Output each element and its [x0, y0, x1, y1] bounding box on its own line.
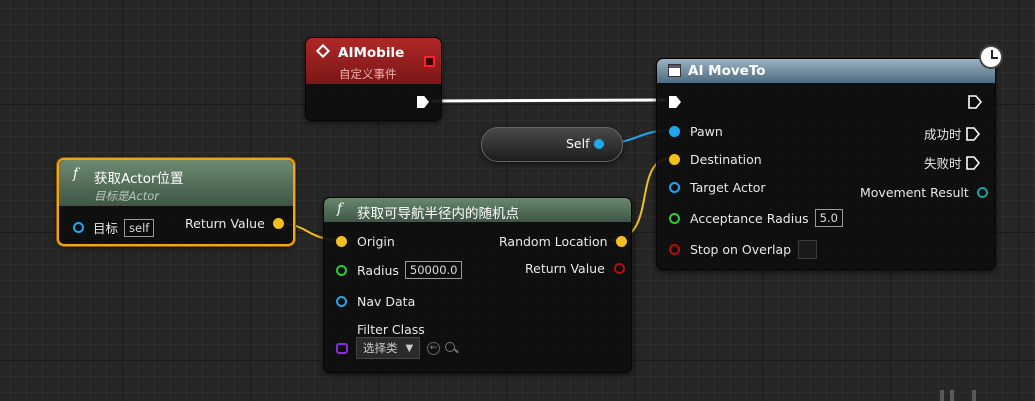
target-actor-pin-row[interactable]: Target Actor — [669, 180, 766, 195]
return-value-pin-row[interactable]: Return Value — [525, 261, 625, 276]
nav-data-pin-row[interactable]: Nav Data — [336, 294, 415, 309]
radius-field[interactable]: 50000.0 — [404, 261, 463, 279]
stop-on-overlap-pin-row[interactable]: Stop on Overlap — [669, 240, 818, 259]
destination-pin-row[interactable]: Destination — [669, 152, 762, 167]
return-value-label: Return Value — [525, 261, 605, 276]
get-actor-location-title: 获取Actor位置 — [94, 171, 184, 187]
ai-mobile-title: AIMobile — [338, 45, 405, 61]
target-input-pin[interactable] — [73, 222, 84, 233]
movement-result-output-pin[interactable] — [976, 187, 988, 198]
destination-input-pin[interactable] — [669, 154, 680, 165]
exec-output-pin[interactable] — [417, 96, 429, 108]
function-icon: f — [73, 166, 78, 182]
filter-class-pin-row[interactable]: 选择类 ▼ ← — [336, 337, 460, 359]
radius-label: Radius — [357, 262, 399, 278]
on-success-pin-row[interactable]: 成功时 — [924, 124, 980, 143]
random-point-title: 获取可导航半径内的随机点 — [357, 206, 519, 222]
target-actor-label: Target Actor — [690, 180, 766, 195]
acceptance-radius-field[interactable]: 5.0 — [814, 209, 843, 227]
ai-mobile-subtitle: 自定义事件 — [339, 67, 397, 81]
acceptance-radius-pin-row[interactable]: Acceptance Radius 5.0 — [669, 209, 843, 227]
target-actor-input-pin[interactable] — [669, 182, 680, 193]
function-icon: f — [337, 201, 342, 217]
random-point-header: f 获取可导航半径内的随机点 — [324, 198, 631, 222]
exec-output-pin[interactable] — [968, 95, 982, 109]
on-fail-exec-pin[interactable] — [965, 155, 980, 170]
nav-data-label: Nav Data — [357, 294, 416, 309]
latent-clock-icon — [979, 45, 1003, 69]
on-fail-pin-row[interactable]: 失败时 — [924, 153, 980, 172]
movement-result-pin-row[interactable]: Movement Result — [860, 185, 988, 200]
movement-result-label: Movement Result — [860, 185, 969, 200]
on-fail-label: 失败时 — [924, 156, 962, 171]
stop-on-overlap-label: Stop on Overlap — [690, 242, 792, 257]
chevron-down-icon: ▼ — [405, 342, 414, 354]
ai-mobile-event-node[interactable]: AIMobile 自定义事件 — [305, 37, 442, 121]
filter-class-value: 选择类 — [363, 341, 398, 355]
acceptance-radius-label: Acceptance Radius — [690, 210, 809, 226]
filter-class-dropdown[interactable]: 选择类 ▼ — [356, 337, 421, 359]
radius-pin-row[interactable]: Radius 50000.0 — [336, 261, 463, 279]
destination-label: Destination — [690, 152, 762, 167]
self-label: Self — [566, 136, 590, 151]
ai-mobile-header: AIMobile 自定义事件 — [306, 38, 441, 84]
exec-wire — [431, 98, 667, 103]
return-value-pin-row[interactable]: Return Value — [185, 216, 284, 231]
filter-class-input-pin[interactable] — [336, 342, 348, 354]
random-location-pin-row[interactable]: Random Location — [499, 234, 627, 249]
random-location-label: Random Location — [499, 234, 608, 249]
filter-class-label-row: Filter Class — [357, 322, 425, 337]
get-actor-location-subtitle: 目标是Actor — [94, 189, 159, 203]
radius-input-pin[interactable] — [336, 264, 347, 276]
return-value-output-pin[interactable] — [272, 218, 284, 229]
target-self-field[interactable]: self — [124, 218, 155, 237]
stop-on-overlap-checkbox[interactable] — [798, 240, 818, 259]
pawn-label: Pawn — [690, 124, 723, 139]
stop-on-overlap-input-pin[interactable] — [669, 244, 680, 255]
pawn-input-pin[interactable] — [669, 126, 680, 137]
target-pin-row[interactable]: 目标 self — [73, 218, 155, 237]
filter-class-label: Filter Class — [357, 322, 425, 337]
return-value-output-pin[interactable] — [613, 263, 625, 274]
random-location-output-pin[interactable] — [615, 236, 627, 247]
origin-label: Origin — [357, 234, 395, 249]
return-value-label: Return Value — [185, 216, 265, 231]
pawn-pin-row[interactable]: Pawn — [669, 124, 723, 139]
delegate-pin-icon[interactable] — [424, 56, 435, 67]
target-label: 目标 — [93, 221, 119, 236]
ai-moveto-header: AI MoveTo — [657, 59, 995, 83]
watermark-glyph — [940, 390, 1000, 401]
use-selected-arrow-icon[interactable]: ← — [427, 341, 441, 355]
origin-pin-row[interactable]: Origin — [336, 234, 395, 249]
browse-search-icon[interactable] — [444, 341, 460, 355]
on-success-label: 成功时 — [924, 127, 962, 142]
acceptance-radius-input-pin[interactable] — [669, 212, 680, 224]
event-diamond-icon — [315, 43, 331, 59]
self-reference-node[interactable]: Self — [481, 127, 623, 162]
on-success-exec-pin[interactable] — [965, 126, 980, 141]
ai-moveto-title: AI MoveTo — [688, 63, 766, 79]
self-output-pin[interactable] — [594, 139, 604, 149]
ai-moveto-node[interactable]: AI MoveTo Pawn 成功时 Destination 失败时 Targe… — [656, 58, 996, 270]
get-actor-location-header: f 获取Actor位置 目标是Actor — [59, 160, 293, 206]
get-actor-location-node[interactable]: f 获取Actor位置 目标是Actor 目标 self Return Valu… — [57, 158, 295, 246]
exec-input-pin[interactable] — [669, 96, 681, 108]
nav-data-input-pin[interactable] — [336, 296, 347, 307]
origin-input-pin[interactable] — [336, 236, 347, 247]
latent-node-icon — [668, 64, 681, 77]
random-point-node[interactable]: f 获取可导航半径内的随机点 Origin Random Location Ra… — [323, 197, 632, 373]
